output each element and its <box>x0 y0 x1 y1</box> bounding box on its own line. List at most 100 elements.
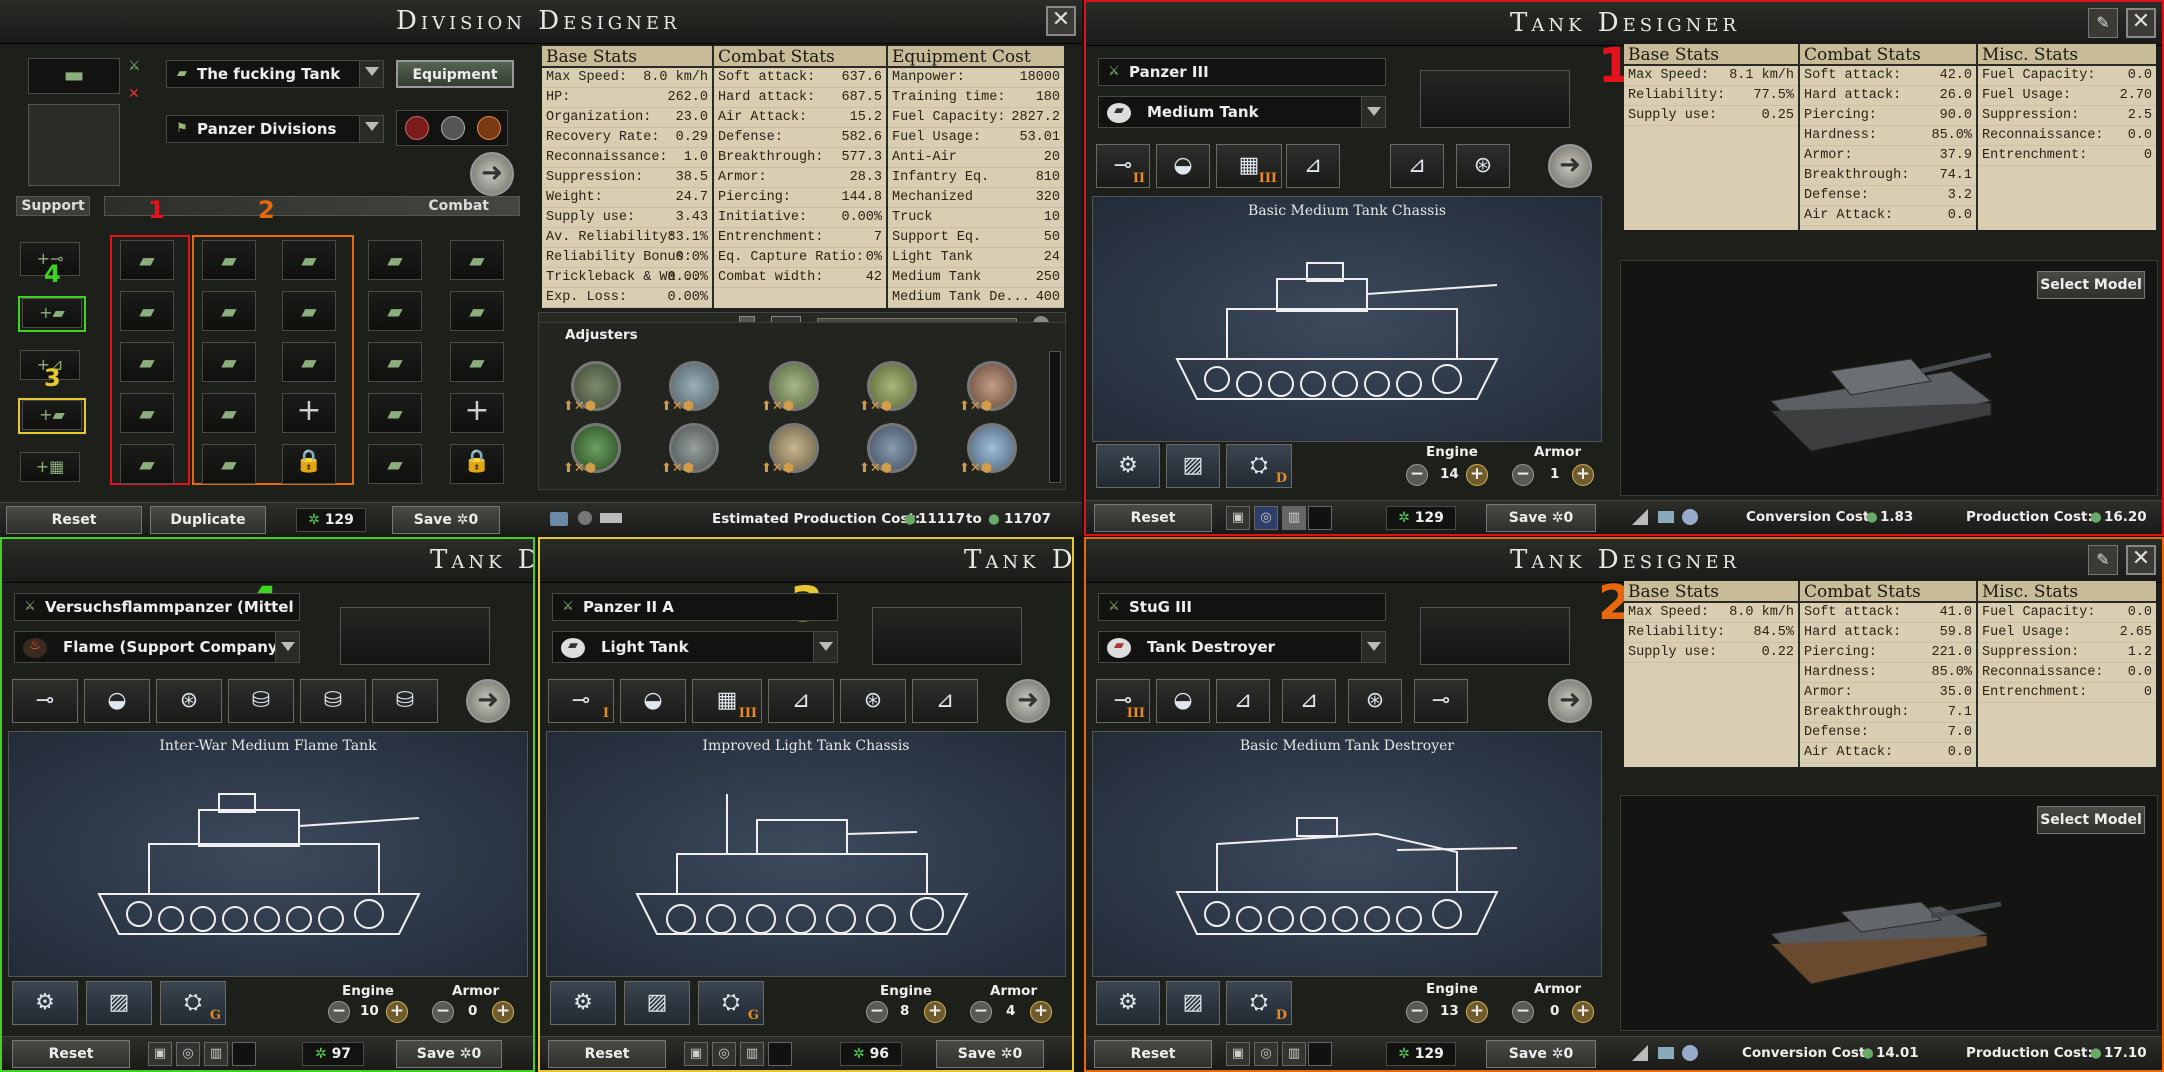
slot-suspension[interactable]: ⚙ <box>1096 444 1160 488</box>
slot-armor-type[interactable]: ▨ <box>624 981 690 1025</box>
duplicate-button[interactable]: Duplicate <box>150 506 266 534</box>
equipment-button[interactable]: Equipment <box>396 60 514 88</box>
slot-fuel-1[interactable]: ⛁ <box>228 679 294 723</box>
slot-main-gun[interactable]: ⊸ I <box>548 679 614 723</box>
select-model-button[interactable]: Select Model <box>2037 806 2145 834</box>
close-button[interactable]: ✕ <box>2126 8 2156 38</box>
slot-special-1[interactable]: ⊿ <box>1216 679 1270 723</box>
slot-suspension[interactable]: ⚙ <box>550 981 616 1025</box>
combat-slot[interactable]: ▰ <box>120 240 174 280</box>
tank-name-field[interactable]: ⚔ StuG III <box>1098 593 1386 621</box>
save-button[interactable]: Save ✲0 <box>936 1040 1044 1068</box>
select-model-button[interactable]: Select Model <box>2037 271 2145 299</box>
tank-name-field[interactable]: ⚔ Panzer III <box>1098 58 1386 86</box>
slot-special-2[interactable]: ⊛ <box>840 679 906 723</box>
slot-main-gun[interactable]: ⊸ II <box>1096 144 1150 188</box>
combat-slot[interactable]: ▰ <box>368 240 422 280</box>
combat-slot[interactable]: ▰ <box>202 240 256 280</box>
armor-decrease-button[interactable]: − <box>1512 464 1534 486</box>
combat-slot[interactable]: ▰ <box>202 342 256 382</box>
edit-icon[interactable]: ✎ <box>2088 545 2118 575</box>
armor-decrease-button[interactable]: − <box>970 1001 992 1023</box>
template-group-field[interactable]: ⚑ Panzer Divisions <box>166 115 384 143</box>
combat-slot[interactable]: ▰ <box>282 342 336 382</box>
reset-button[interactable]: Reset <box>1094 504 1212 532</box>
slot-special-3[interactable]: ⊿ <box>912 679 978 723</box>
back-button[interactable]: ➜ <box>466 679 510 723</box>
neutral-rank-icon[interactable] <box>441 116 465 140</box>
slot-fuel-2[interactable]: ⛁ <box>300 679 366 723</box>
reset-button[interactable]: Reset <box>1094 1040 1212 1068</box>
combat-slot[interactable]: ▰ <box>202 291 256 331</box>
slot-armor-type[interactable]: ▨ <box>86 981 152 1025</box>
adjusters-scrollbar[interactable] <box>1049 351 1061 483</box>
tank-name-field[interactable]: ⚔ Versuchsflammpanzer (Mittel <box>14 593 300 621</box>
slot-radio[interactable]: ▦ III <box>1216 144 1282 188</box>
view-icon[interactable]: ▣ <box>148 1042 172 1066</box>
tank-role-field[interactable]: ♨ Flame (Support Company) <box>14 631 300 663</box>
save-button[interactable]: Save ✲0 <box>1486 1040 1596 1068</box>
crate-icon[interactable]: ▥ <box>1282 1042 1306 1066</box>
slot-main-gun[interactable]: ⊸ <box>12 679 78 723</box>
armor-decrease-button[interactable]: − <box>432 1001 454 1023</box>
combat-slot[interactable]: ▰ <box>120 393 174 433</box>
save-button[interactable]: Save ✲0 <box>1486 504 1596 532</box>
chevron-down-rank-icon[interactable] <box>405 116 429 140</box>
tank-role-field[interactable]: ▰ Light Tank <box>552 631 838 663</box>
combat-slot[interactable]: ▰ <box>202 393 256 433</box>
slot-armor-type[interactable]: ▨ <box>1166 444 1220 488</box>
slot-suspension[interactable]: ⚙ <box>12 981 78 1025</box>
engine-decrease-button[interactable]: − <box>866 1001 888 1023</box>
back-button[interactable]: ➜ <box>1548 144 1592 188</box>
slot-engine[interactable]: ⛭ D <box>1226 444 1292 488</box>
close-button[interactable]: ✕ <box>2126 545 2156 575</box>
combat-slot[interactable]: ▰ <box>120 342 174 382</box>
slot-turret[interactable]: ◒ <box>84 679 150 723</box>
combat-slot[interactable]: ▰ <box>282 291 336 331</box>
slot-suspension[interactable]: ⚙ <box>1096 981 1160 1025</box>
blueprint-icon[interactable]: ◎ <box>176 1042 200 1066</box>
support-slot-flame[interactable]: +▰ <box>22 298 82 328</box>
combat-slot[interactable]: ▰ <box>120 444 174 484</box>
slot-turret[interactable]: ◒ <box>1156 679 1210 723</box>
add-slot-plus-icon[interactable]: + <box>282 393 336 433</box>
slot-special-1[interactable]: ⊿ <box>1286 144 1340 188</box>
armor-decrease-button[interactable]: − <box>1512 1001 1534 1023</box>
engine-decrease-button[interactable]: − <box>1406 1001 1428 1023</box>
engine-increase-button[interactable]: + <box>1466 1001 1488 1023</box>
combat-slot[interactable]: ▰ <box>368 291 422 331</box>
combat-slot[interactable]: ▰ <box>368 342 422 382</box>
support-slot-maintenance[interactable]: +▦ <box>20 452 80 482</box>
slot-engine[interactable]: ⛭ D <box>1226 981 1292 1025</box>
slot-engine[interactable]: ⛭ G <box>160 981 226 1025</box>
role-dropdown[interactable] <box>275 632 299 662</box>
engine-decrease-button[interactable]: − <box>1406 464 1428 486</box>
slot-main-gun[interactable]: ⊸ III <box>1096 679 1150 723</box>
slot-fuel-3[interactable]: ⛁ <box>372 679 438 723</box>
reset-button[interactable]: Reset <box>6 506 142 534</box>
armor-increase-button[interactable]: + <box>492 1001 514 1023</box>
engine-increase-button[interactable]: + <box>924 1001 946 1023</box>
slot-armor-type[interactable]: ▨ <box>1166 981 1220 1025</box>
engine-increase-button[interactable]: + <box>1466 464 1488 486</box>
chevron-up-rank-icon[interactable] <box>477 116 501 140</box>
combat-slot[interactable]: ▰ <box>368 444 422 484</box>
reset-button[interactable]: Reset <box>12 1040 130 1068</box>
back-button[interactable]: ➜ <box>1006 679 1050 723</box>
tank-role-field[interactable]: ▰ Medium Tank <box>1098 96 1386 128</box>
close-button[interactable]: ✕ <box>1046 6 1076 36</box>
armor-increase-button[interactable]: + <box>1030 1001 1052 1023</box>
slot-special-4[interactable]: ⊸ <box>1414 679 1468 723</box>
slot-special-1[interactable]: ⊿ <box>768 679 834 723</box>
role-dropdown[interactable] <box>1361 97 1385 127</box>
division-name-dropdown[interactable] <box>359 61 383 87</box>
slot-radio[interactable]: ▦ III <box>692 679 762 723</box>
combat-slot[interactable]: ▰ <box>450 240 504 280</box>
tank-role-field[interactable]: ▰ Tank Destroyer <box>1098 631 1386 663</box>
slot-special-3[interactable]: ⊛ <box>1456 144 1510 188</box>
role-dropdown[interactable] <box>813 632 837 662</box>
blueprint-icon[interactable]: ◎ <box>1254 1042 1278 1066</box>
combat-slot[interactable]: ▰ <box>120 291 174 331</box>
role-dropdown[interactable] <box>1361 632 1385 662</box>
combat-slot[interactable]: ▰ <box>282 240 336 280</box>
